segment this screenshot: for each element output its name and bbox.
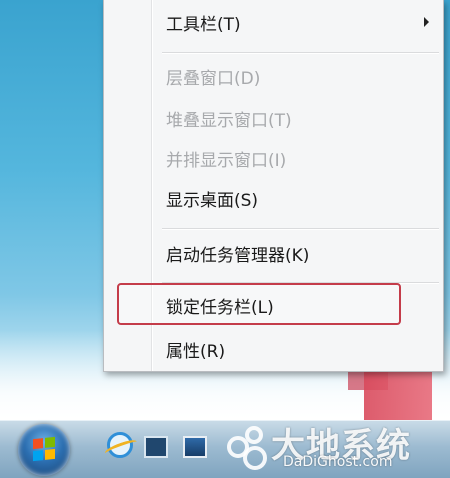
menu-item-label: 属性(R) [166, 341, 226, 362]
menu-item-toolbars[interactable]: 工具栏(T) [104, 5, 443, 39]
watermark-logo-icon [227, 424, 267, 470]
menu-separator [162, 228, 439, 230]
menu-item-label: 层叠窗口(D) [166, 68, 261, 89]
taskbar-context-menu: 工具栏(T) 层叠窗口(D) 堆叠显示窗口(T) 并排显示窗口(I) 显示桌面(… [103, 0, 444, 372]
submenu-arrow-icon [424, 17, 429, 27]
menu-item-label: 堆叠显示窗口(T) [166, 110, 292, 131]
window-switch-icon[interactable] [144, 436, 168, 458]
menu-item-label: 启动任务管理器(K) [166, 245, 310, 266]
menu-separator [162, 52, 439, 54]
menu-item-cascade-windows: 层叠窗口(D) [104, 59, 443, 93]
internet-explorer-icon[interactable] [107, 432, 133, 458]
menu-item-label: 工具栏(T) [166, 14, 241, 35]
desktop-decoration-red [364, 372, 432, 424]
watermark: 大地系统 DaDiGhost.com [225, 418, 450, 477]
menu-item-task-manager[interactable]: 启动任务管理器(K) [104, 236, 443, 270]
windows-logo-icon [33, 436, 55, 462]
watermark-url: DaDiGhost.com [283, 454, 393, 470]
menu-item-lock-taskbar[interactable]: 锁定任务栏(L) [104, 288, 443, 322]
menu-item-stack-windows: 堆叠显示窗口(T) [104, 101, 443, 135]
start-button[interactable] [14, 420, 76, 477]
menu-item-label: 锁定任务栏(L) [166, 297, 274, 318]
menu-item-side-by-side-windows: 并排显示窗口(I) [104, 141, 443, 175]
show-desktop-icon[interactable] [183, 436, 207, 458]
menu-item-properties[interactable]: 属性(R) [104, 332, 443, 366]
menu-item-show-desktop[interactable]: 显示桌面(S) [104, 181, 443, 215]
menu-item-label: 显示桌面(S) [166, 190, 259, 211]
menu-item-label: 并排显示窗口(I) [166, 150, 287, 171]
